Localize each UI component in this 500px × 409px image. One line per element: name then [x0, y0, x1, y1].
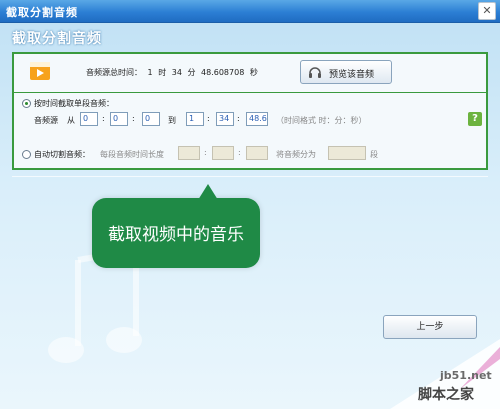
from-hour-input[interactable]: 0: [80, 112, 98, 126]
prev-step-button[interactable]: 上一步: [383, 315, 477, 339]
window-title: 截取分割音频: [6, 6, 78, 19]
time-format-hint: （时间格式 时：分：秒）: [276, 116, 367, 125]
by-time-label: 按时间截取单段音频：: [34, 99, 114, 108]
callout-text: 截取视频中的音乐: [108, 225, 244, 245]
close-button[interactable]: ✕: [478, 2, 496, 20]
colon: :: [204, 148, 207, 157]
settings-panel: 音频源总时间： 1 时 34 分 48.608708 秒 预览该音频 按时间截取…: [12, 52, 488, 170]
split-into-label: 将音频分为: [276, 150, 316, 159]
source-label: 音频源: [34, 116, 58, 125]
divider: [12, 176, 488, 177]
colon: :: [102, 114, 105, 123]
duration-hour-unit: 时: [158, 68, 167, 77]
callout-bubble: 截取视频中的音乐: [92, 184, 260, 268]
to-minute-input[interactable]: 34: [216, 112, 234, 126]
music-note-icon: [48, 250, 142, 363]
page-title: 截取分割音频: [12, 31, 102, 47]
segment-minute-input[interactable]: [212, 146, 234, 160]
duration-minutes: 34: [171, 68, 182, 77]
app-window: 截取分割音频 ✕ 截取分割音频 音频源总时间： 1 时 34 分 48.6087…: [0, 0, 500, 409]
segment-count-input[interactable]: [328, 146, 366, 160]
from-label: 从: [67, 116, 75, 125]
question-icon: ?: [472, 113, 478, 124]
segment-hour-input[interactable]: [178, 146, 200, 160]
title-bar: 截取分割音频 ✕: [0, 0, 500, 23]
preview-audio-button[interactable]: 预览该音频: [300, 60, 392, 84]
duration-seconds: 48.608708: [201, 68, 245, 77]
colon: :: [132, 114, 135, 123]
colon: :: [238, 148, 241, 157]
watermark-site: jb51.net: [440, 369, 492, 382]
to-hour-input[interactable]: 1: [186, 112, 204, 126]
duration-text: 音频源总时间： 1 时 34 分 48.608708 秒: [86, 67, 261, 78]
duration-hours: 1: [147, 68, 153, 77]
preview-button-label: 预览该音频: [329, 70, 375, 80]
duration-second-unit: 秒: [249, 68, 258, 77]
segment-length-label: 每段音频时间长度: [100, 150, 164, 159]
auto-cut-label: 自动切割音频：: [34, 150, 90, 159]
segment-unit-label: 段: [370, 150, 378, 159]
to-label: 到: [168, 116, 176, 125]
duration-row: 音频源总时间： 1 时 34 分 48.608708 秒 预览该音频: [14, 54, 486, 93]
watermark-cn: 脚本之家: [418, 387, 474, 403]
duration-minute-unit: 分: [187, 68, 196, 77]
colon: :: [237, 114, 240, 123]
from-second-input[interactable]: 0: [142, 112, 160, 126]
radio-by-time[interactable]: [22, 99, 31, 108]
callout-tail: [198, 184, 218, 200]
radio-auto-cut[interactable]: [22, 150, 31, 159]
colon: :: [207, 114, 210, 123]
to-second-input[interactable]: 48.6: [246, 112, 268, 126]
help-button[interactable]: ?: [468, 112, 482, 126]
duration-label: 音频源总时间：: [86, 68, 142, 77]
segment-second-input[interactable]: [246, 146, 268, 160]
close-icon: ✕: [482, 4, 492, 17]
headphones-icon: [309, 67, 321, 78]
from-minute-input[interactable]: 0: [110, 112, 128, 126]
media-file-icon: [30, 62, 50, 80]
